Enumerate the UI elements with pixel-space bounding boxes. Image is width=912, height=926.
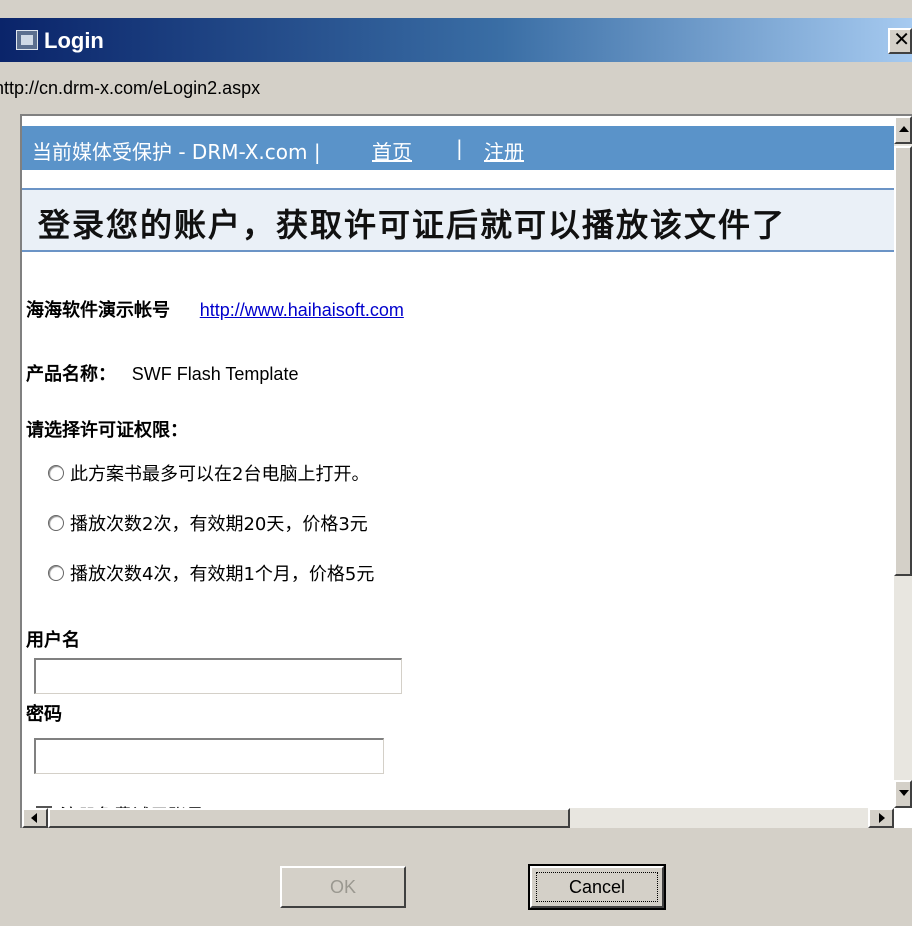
title-bar[interactable]: Login ✕ [0, 18, 912, 62]
home-link[interactable]: 首页 [372, 136, 412, 165]
login-dialog: Login ✕ http://cn.drm-x.com/eLogin2.aspx… [0, 0, 912, 926]
register-link[interactable]: 注册 [484, 136, 524, 165]
account-row: 海海软件演示帐号 http://www.haihaisoft.com [26, 296, 404, 322]
scroll-left-button[interactable] [22, 808, 48, 828]
page-headline-box: 登录您的账户，获取许可证后就可以播放该文件了 [22, 188, 910, 252]
horizontal-scrollbar[interactable] [22, 808, 894, 828]
password-label: 密码 [26, 704, 62, 725]
window-title: Login [44, 28, 104, 53]
page-headline: 登录您的账户，获取许可证后就可以播放该文件了 [38, 206, 787, 244]
focus-ring [536, 872, 658, 902]
scroll-right-button[interactable] [868, 808, 894, 828]
license-prompt: 请选择许可证权限： [26, 420, 188, 441]
site-brand: 当前媒体受保护 - DRM-X.com | [32, 140, 321, 164]
vertical-scrollbar[interactable] [894, 116, 912, 808]
cancel-button[interactable]: Cancel [528, 864, 666, 910]
account-link[interactable]: http://www.haihaisoft.com [200, 300, 404, 320]
product-row: 产品名称： SWF Flash Template [26, 360, 298, 386]
url-bar: http://cn.drm-x.com/eLogin2.aspx [0, 66, 912, 110]
license-radio[interactable] [48, 565, 64, 581]
product-label: 产品名称： [26, 364, 116, 385]
license-option[interactable]: 播放次数4次，有效期1个月，价格5元 [48, 560, 374, 586]
horizontal-scroll-thumb[interactable] [48, 808, 570, 828]
page-url: http://cn.drm-x.com/eLogin2.aspx [0, 78, 261, 98]
license-option-label: 播放次数4次，有效期1个月，价格5元 [70, 564, 375, 585]
topbar-separator: | [456, 136, 463, 160]
license-option[interactable]: 此方案书最多可以在2台电脑上打开。 [48, 460, 369, 486]
scroll-down-button[interactable] [894, 780, 912, 808]
license-option-label: 播放次数2次，有效期20天，价格3元 [70, 514, 368, 535]
license-option[interactable]: 播放次数2次，有效期20天，价格3元 [48, 510, 368, 536]
app-icon [16, 30, 38, 50]
account-label: 海海软件演示帐号 [26, 300, 170, 321]
username-input[interactable] [34, 658, 402, 694]
ok-button[interactable]: OK [280, 866, 406, 908]
license-option-label: 此方案书最多可以在2台电脑上打开。 [70, 464, 370, 485]
product-name: SWF Flash Template [131, 364, 299, 384]
vertical-scroll-thumb[interactable] [894, 146, 912, 576]
web-content: 当前媒体受保护 - DRM-X.com | 首页 | 注册 登录您的账户，获取许… [20, 114, 912, 828]
close-icon: ✕ [893, 29, 910, 51]
site-topbar: 当前媒体受保护 - DRM-X.com | 首页 | 注册 [22, 126, 902, 170]
license-radio[interactable] [48, 465, 64, 481]
license-radio[interactable] [48, 515, 64, 531]
close-button[interactable]: ✕ [888, 28, 912, 54]
password-input[interactable] [34, 738, 384, 774]
username-label: 用户名 [26, 630, 80, 651]
scroll-up-button[interactable] [894, 116, 912, 144]
